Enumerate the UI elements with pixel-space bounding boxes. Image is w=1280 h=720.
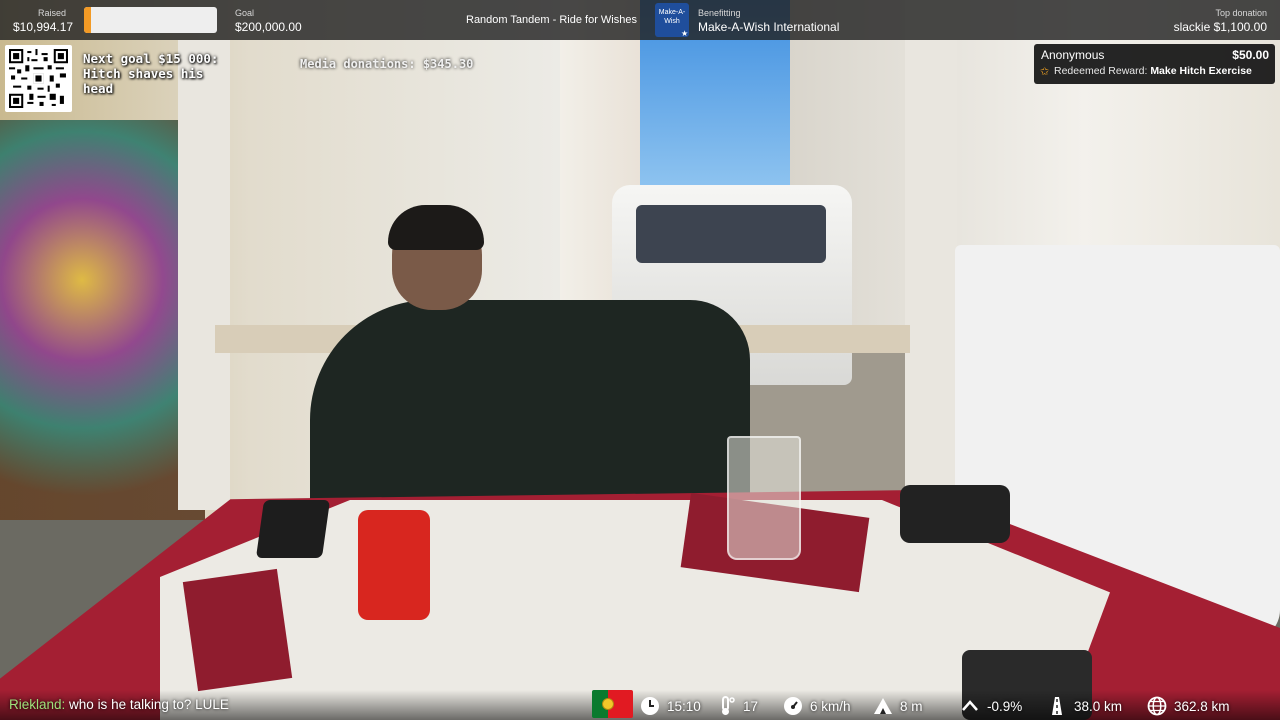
chevron-up-icon — [962, 700, 978, 711]
globe-icon — [1147, 696, 1167, 716]
reward-prefix: Redeemed Reward: — [1054, 65, 1148, 77]
reward-amount: $50.00 — [1232, 48, 1269, 62]
goal-label: Goal — [235, 8, 255, 18]
napkin-left — [182, 568, 293, 692]
reward-user: Anonymous — [1041, 48, 1105, 62]
clock-icon — [641, 697, 659, 715]
distance-total-value: 362.8 km — [1174, 698, 1230, 714]
gimbal-device — [900, 485, 1010, 543]
altitude-value: 8 m — [900, 698, 923, 714]
temperature-readout: 17 — [716, 696, 758, 716]
reward-text: Redeemed Reward: Make Hitch Exercise — [1054, 65, 1252, 77]
donation-topbar: Raised $10,994.17 Goal $200,000.00 Rando… — [0, 0, 1280, 40]
chat-username: Riekland: — [9, 697, 66, 712]
person-body — [310, 300, 750, 510]
portugal-flag-icon — [592, 690, 633, 718]
wall-painting — [0, 120, 205, 520]
thermometer-icon — [722, 696, 735, 715]
soda-can — [358, 510, 430, 620]
qr-code-graphic — [9, 49, 68, 108]
grade-readout: -0.9% — [960, 696, 1022, 716]
stream-video-background — [0, 0, 1280, 720]
top-donation-value: slackie $1,100.00 — [1173, 20, 1267, 34]
wooden-pillar-right — [905, 0, 957, 490]
altitude-readout: 8 m — [873, 696, 923, 716]
media-donations-text: Media donations: $345.30 — [300, 57, 474, 71]
next-goal-text: Next goal $15 000: Hitch shaves his head — [83, 51, 219, 96]
chat-message: Riekland: who is he talking to? LULE — [9, 697, 229, 712]
donation-progress-bar — [84, 7, 217, 33]
event-title: Random Tandem - Ride for Wishes — [466, 14, 637, 26]
time-value: 15:10 — [667, 698, 701, 714]
drinking-glass — [727, 436, 801, 560]
goal-value: $200,000.00 — [235, 20, 302, 34]
top-donation-label: Top donation — [1215, 8, 1267, 18]
speedometer-icon — [784, 697, 802, 715]
temperature-value: 17 — [743, 698, 759, 714]
donation-progress-fill — [84, 7, 92, 33]
road-icon — [1052, 697, 1062, 715]
star-icon: ✩ — [1040, 66, 1050, 78]
grade-value: -0.9% — [987, 698, 1023, 714]
time-readout: 15:10 — [640, 696, 701, 716]
qr-code-icon[interactable] — [5, 45, 72, 112]
chat-text: who is he talking to? LULE — [69, 697, 229, 712]
logo-text: Make-A-Wish — [658, 9, 686, 25]
raised-label: Raised — [38, 8, 67, 18]
distance-today-value: 38.0 km — [1074, 698, 1123, 714]
distance-today-readout: 38.0 km — [1047, 696, 1122, 716]
benefitting-label: Benefitting — [698, 8, 741, 18]
speed-value: 6 km/h — [810, 698, 851, 714]
reward-name: Make Hitch Exercise — [1150, 65, 1252, 77]
mountain-icon — [874, 698, 892, 714]
logo-star-icon: ★ — [681, 29, 689, 38]
benefitting-value: Make-A-Wish International — [698, 20, 840, 34]
wooden-pillar-left — [178, 40, 230, 510]
van-windshield — [636, 205, 826, 263]
distance-total-readout: 362.8 km — [1147, 696, 1230, 716]
raised-value: $10,994.17 — [13, 20, 74, 34]
reward-notification: Anonymous $50.00 ✩ Redeemed Reward: Make… — [1034, 44, 1275, 84]
speed-readout: 6 km/h — [783, 696, 851, 716]
phone-on-table — [255, 500, 331, 558]
